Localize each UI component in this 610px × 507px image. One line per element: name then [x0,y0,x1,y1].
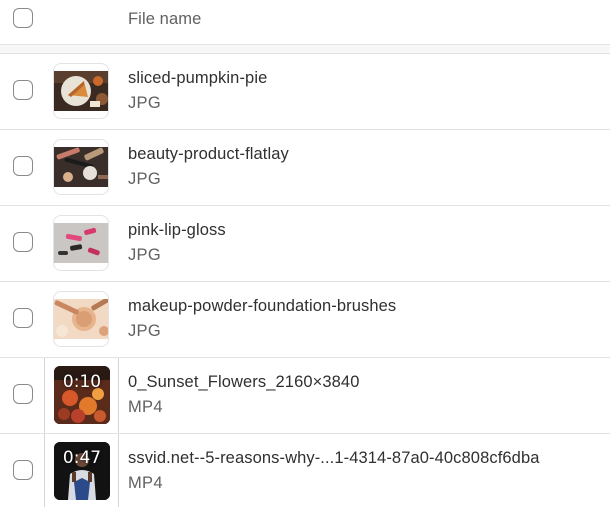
file-name[interactable]: 0_Sunset_Flowers_2160×3840 [128,373,359,392]
video-duration: 0:47 [62,448,102,468]
table-row[interactable]: 0:47 ssvid.net--5-reasons-why-...1-4314-… [0,434,610,507]
file-type: JPG [128,170,161,188]
file-type: MP4 [128,474,163,492]
pumpkin-pie-photo-icon [54,71,108,111]
row-checkbox[interactable] [13,80,33,100]
files-table: File name sliced-pumpkin-pie JPG beauty-… [0,0,610,507]
file-name-column-header[interactable]: File name [128,10,201,29]
file-thumbnail[interactable] [53,291,109,347]
select-all-checkbox[interactable] [13,8,33,28]
row-checkbox[interactable] [13,232,33,252]
beauty-flatlay-photo-icon [54,147,108,187]
file-type: JPG [128,246,161,264]
file-type: JPG [128,322,161,340]
sunset-flowers-video-icon: 0:10 [54,366,110,424]
file-thumbnail[interactable]: 0:10 [44,358,119,433]
table-row[interactable]: 0:10 0_Sunset_Flowers_2160×3840 MP4 [0,358,610,434]
lip-gloss-photo-icon [54,223,108,263]
file-thumbnail[interactable] [53,215,109,271]
row-checkbox[interactable] [13,308,33,328]
makeup-brushes-photo-icon [54,299,108,339]
video-duration: 0:10 [62,372,102,392]
file-type: MP4 [128,398,163,416]
file-thumbnail[interactable] [53,63,109,119]
table-row[interactable]: pink-lip-gloss JPG [0,206,610,282]
row-checkbox[interactable] [13,460,33,480]
header-divider [0,45,610,54]
row-checkbox[interactable] [13,384,33,404]
file-thumbnail[interactable] [53,139,109,195]
table-header: File name [0,0,610,45]
file-name[interactable]: beauty-product-flatlay [128,145,289,164]
table-row[interactable]: sliced-pumpkin-pie JPG [0,54,610,130]
file-name[interactable]: sliced-pumpkin-pie [128,69,267,88]
row-checkbox[interactable] [13,156,33,176]
file-name[interactable]: makeup-powder-foundation-brushes [128,297,396,316]
file-type: JPG [128,94,161,112]
table-row[interactable]: makeup-powder-foundation-brushes JPG [0,282,610,358]
file-thumbnail[interactable]: 0:47 [44,434,119,507]
table-row[interactable]: beauty-product-flatlay JPG [0,130,610,206]
file-name[interactable]: pink-lip-gloss [128,221,226,240]
file-name[interactable]: ssvid.net--5-reasons-why-...1-4314-87a0-… [128,449,540,468]
person-video-icon: 0:47 [54,442,110,500]
